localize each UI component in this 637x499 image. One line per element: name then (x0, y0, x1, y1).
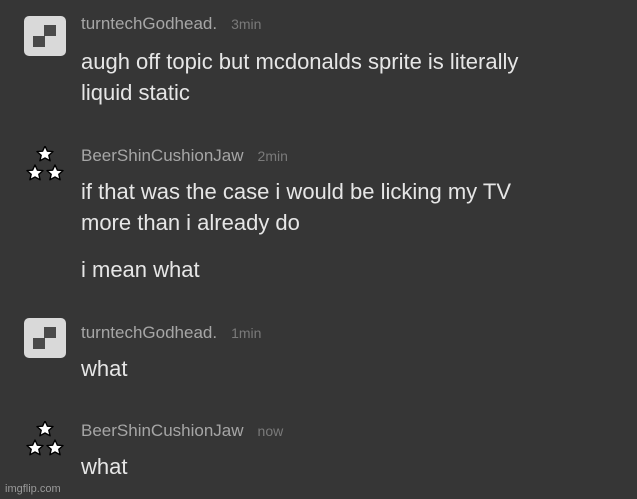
three-stars-avatar-icon (26, 421, 64, 456)
avatar[interactable] (24, 146, 70, 186)
timestamp: 2min (257, 148, 288, 164)
message-text: what (81, 353, 127, 384)
username[interactable]: BeerShinCushionJaw (81, 146, 244, 165)
timestamp: 1min (231, 325, 262, 341)
avatar[interactable] (24, 318, 70, 358)
message-text: i mean what (81, 257, 200, 282)
avatar[interactable] (24, 16, 70, 56)
gray-pixel-avatar-icon (24, 16, 66, 56)
message-line: if that was the case i would be licking … (81, 179, 512, 204)
message-line: more than i already do (81, 210, 300, 235)
message-line: augh off topic but mcdonalds sprite is l… (81, 49, 519, 74)
message-line: liquid static (81, 80, 190, 105)
username[interactable]: BeerShinCushionJaw (81, 421, 244, 440)
timestamp: now (257, 423, 284, 439)
message-text: augh off topic but mcdonalds sprite is l… (81, 46, 518, 108)
gray-pixel-avatar-icon (24, 318, 66, 358)
three-stars-avatar-icon (26, 146, 64, 181)
message-text: if that was the case i would be licking … (81, 176, 511, 238)
watermark: imgflip.com (5, 483, 61, 495)
timestamp: 3min (231, 16, 262, 32)
message-line: what (81, 356, 128, 381)
message-line: what (81, 454, 128, 479)
username[interactable]: turntechGodhead. (81, 14, 217, 33)
username[interactable]: turntechGodhead. (81, 323, 217, 342)
message-text: what (81, 451, 127, 482)
avatar[interactable] (24, 421, 70, 461)
